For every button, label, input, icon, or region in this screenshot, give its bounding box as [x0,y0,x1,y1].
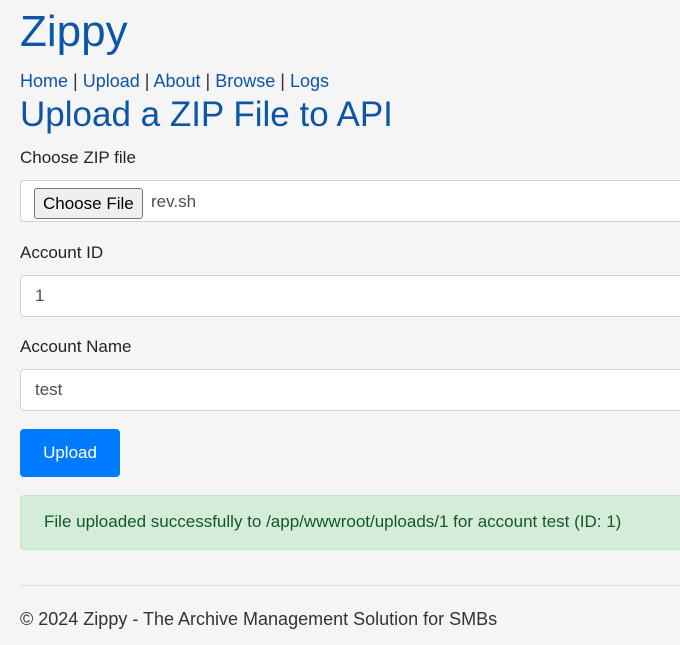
file-label: Choose ZIP file [20,148,136,167]
account-id-label: Account ID [20,243,104,262]
brand-title: Zippy [20,7,128,56]
account-name-value: test [35,380,63,399]
selected-file-name: rev.sh [151,192,197,211]
page: Zippy Home | Upload | About | Browse | L… [0,0,680,645]
account-name-field[interactable]: test [20,369,680,411]
main-nav: Home | Upload | About | Browse | Logs [20,71,329,91]
footer-divider [20,585,680,586]
footer-text: © 2024 Zippy - The Archive Management So… [20,609,498,629]
nav-link-browse[interactable]: Browse [215,71,275,91]
nav-link-about[interactable]: About [153,71,200,91]
nav-separator: | [280,71,290,91]
nav-link-logs[interactable]: Logs [290,71,329,91]
account-name-label: Account Name [20,337,132,356]
nav-link-home[interactable]: Home [20,71,68,91]
success-alert: File uploaded successfully to /app/wwwro… [20,495,680,550]
choose-file-button[interactable]: Choose File [34,188,143,219]
nav-link-upload[interactable]: Upload [83,71,140,91]
nav-separator: | [73,71,83,91]
nav-separator: | [205,71,216,91]
file-input[interactable]: Choose File rev.sh [20,180,680,222]
upload-button[interactable]: Upload [20,429,120,477]
alert-message: File uploaded successfully to /app/wwwro… [44,512,622,531]
page-title: Upload a ZIP File to API [20,95,393,134]
account-id-value: 1 [35,286,45,305]
account-id-field[interactable]: 1 [20,275,680,317]
